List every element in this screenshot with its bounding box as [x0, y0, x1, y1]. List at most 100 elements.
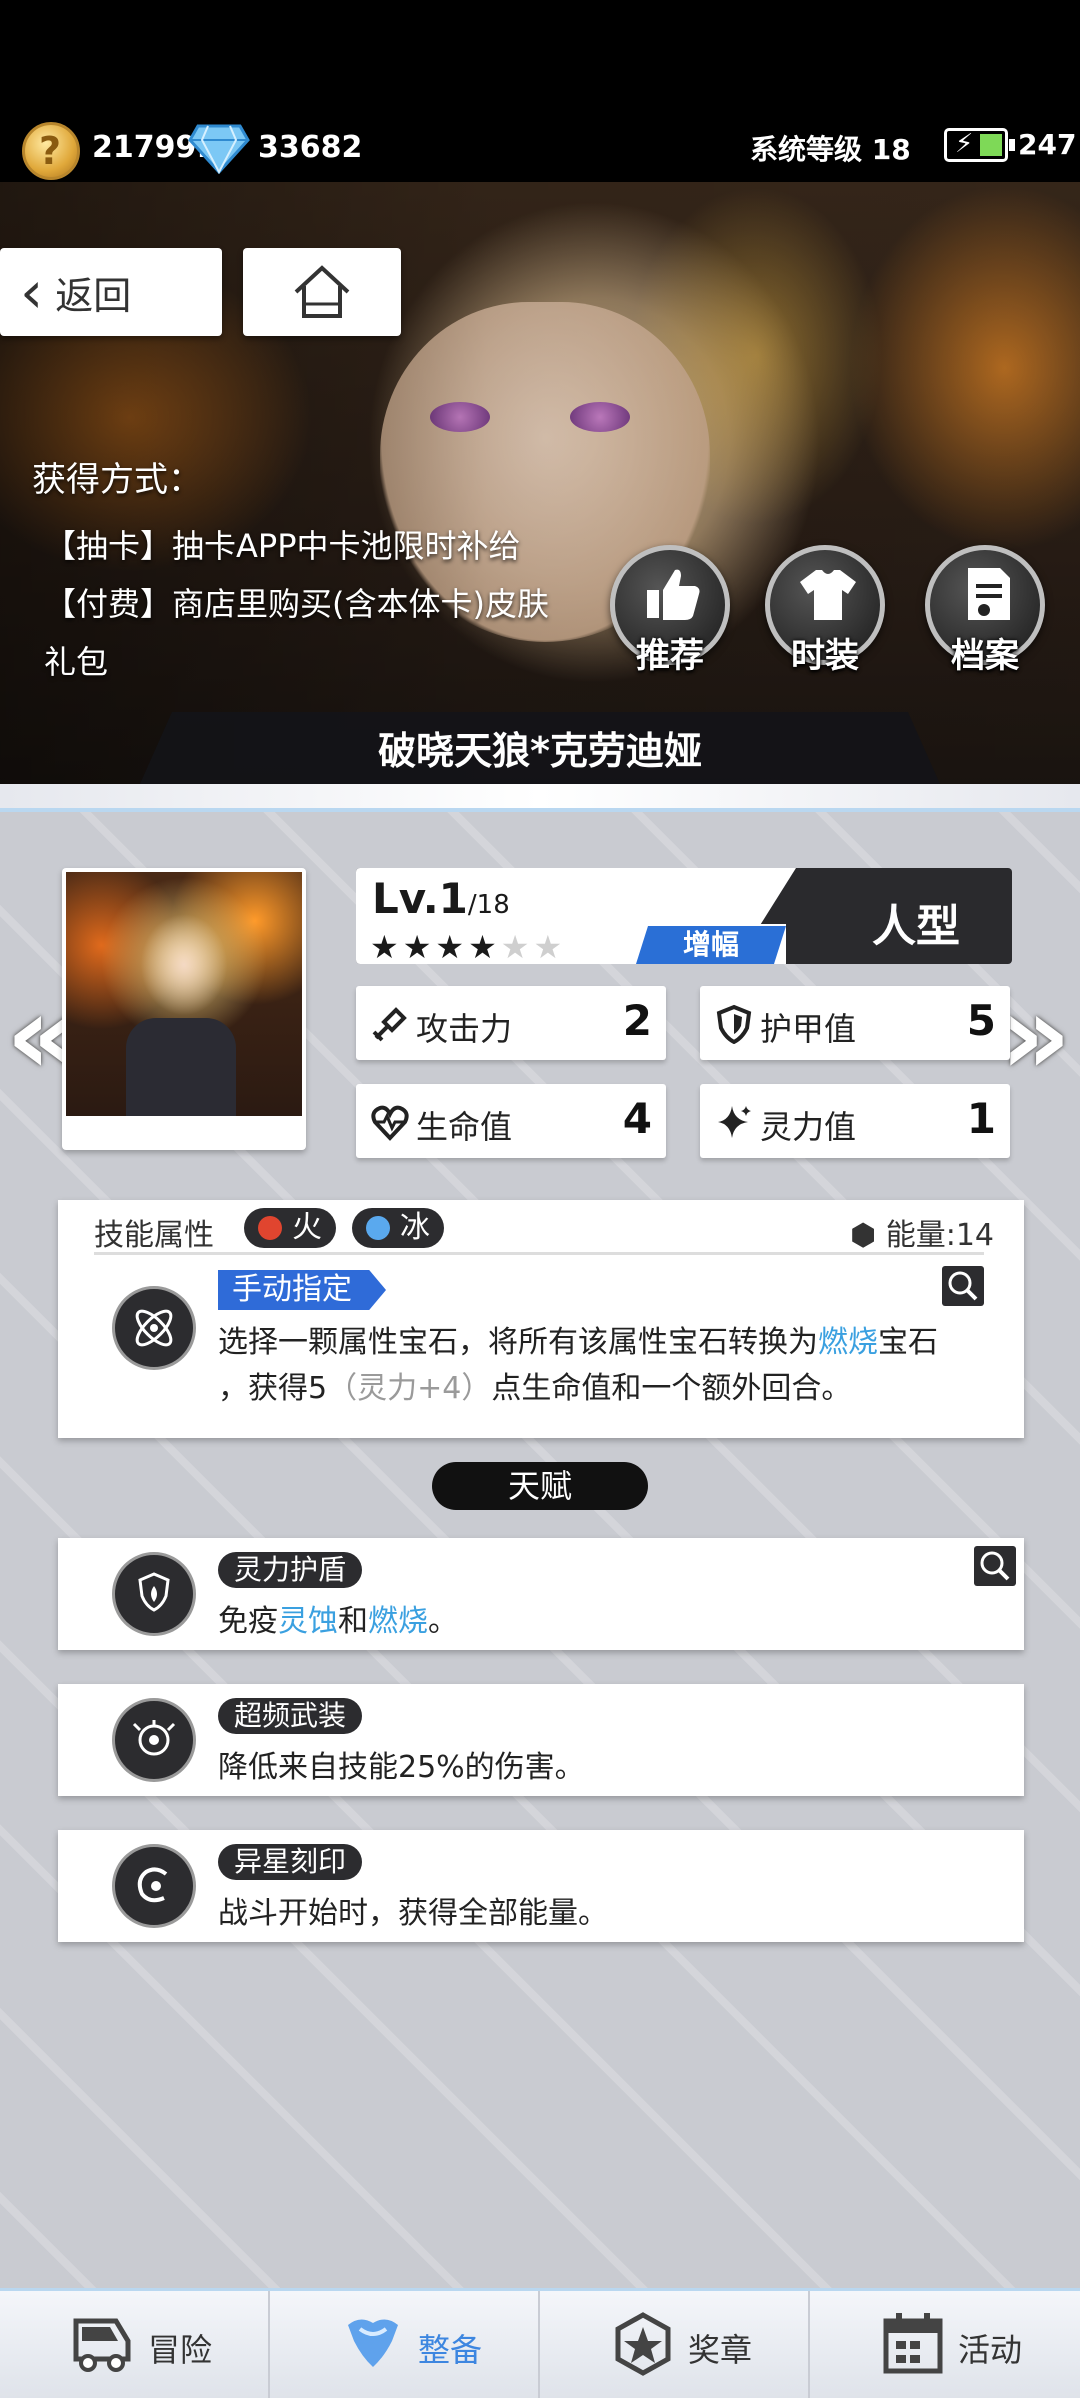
nav-label: 冒险 — [148, 2331, 213, 2369]
diamond-icon — [188, 124, 250, 174]
skill-energy: ⬢ 能量:14 — [850, 1210, 994, 1254]
desc-bonus: （灵力+4） — [327, 1371, 492, 1406]
element-label: 火 — [292, 1210, 322, 1245]
back-button[interactable]: ‹ 返回 — [0, 248, 222, 336]
truck-icon — [73, 2318, 131, 2372]
nav-adventure[interactable]: 冒险 — [0, 2291, 270, 2398]
armor-shield-icon — [716, 1004, 752, 1044]
energy-hex-icon: ⬢ — [849, 1218, 877, 1253]
stat-spirit: 灵力值 1 — [700, 1084, 1010, 1158]
skill-attr-label: 技能属性 — [94, 1218, 214, 1253]
home-icon — [294, 265, 350, 318]
stat-value: 4 — [622, 1094, 652, 1143]
obtain-line: 【付费】商店里购买(含本体卡)皮肤 — [44, 585, 549, 623]
lightning-icon: ⚡ — [955, 129, 974, 159]
level-value: Lv.1 — [372, 874, 468, 923]
nav-events[interactable]: 活动 — [810, 2291, 1080, 2398]
level-panel: Lv.1/18 ★★★★★★ 增幅 人型 — [356, 868, 1012, 964]
outfit-label: 时装 — [791, 636, 859, 676]
recommend-label: 推荐 — [636, 636, 704, 676]
stat-attack: 攻击力 2 — [356, 986, 666, 1060]
fire-icon — [258, 1216, 282, 1240]
desc-text: 和 — [338, 1604, 368, 1639]
stat-value: 5 — [966, 996, 996, 1045]
stat-value: 2 — [622, 996, 652, 1045]
skill-detail-button[interactable] — [942, 1266, 984, 1306]
element-tag-ice: 冰 — [352, 1208, 444, 1248]
amplify-badge[interactable]: 增幅 — [636, 926, 786, 964]
medal-icon — [615, 2312, 671, 2376]
gem-count: 33682 — [258, 130, 363, 165]
stat-name: 生命值 — [416, 1108, 513, 1146]
next-character-arrow[interactable]: » — [1000, 980, 1071, 1090]
equip-icon — [348, 2319, 398, 2367]
desc-text: 免疫 — [218, 1604, 278, 1639]
heart-icon — [371, 1105, 409, 1141]
keyword-erosion[interactable]: 灵蚀 — [278, 1604, 338, 1639]
nav-label: 奖章 — [688, 2331, 753, 2369]
nav-label: 活动 — [958, 2331, 1023, 2369]
character-name: 破晓天狼*克劳迪娅 — [378, 729, 702, 773]
talent-card: 灵力护盾 免疫灵蚀和燃烧。 — [58, 1538, 1024, 1650]
obtain-line: 【抽卡】抽卡APP中卡池限时补给 — [44, 527, 521, 565]
search-icon — [980, 1551, 1010, 1581]
home-button[interactable] — [243, 248, 401, 336]
element-tag-fire: 火 — [244, 1208, 336, 1248]
talent-detail-button[interactable] — [974, 1546, 1016, 1586]
talent-description: 免疫灵蚀和燃烧。 — [218, 1596, 458, 1640]
talent-description: 战斗开始时，获得全部能量。 — [218, 1896, 608, 1931]
character-type: 人型 — [872, 901, 960, 952]
stat-armor: 护甲值 5 — [700, 986, 1010, 1060]
desc-text: 。 — [428, 1604, 458, 1639]
stat-name: 灵力值 — [760, 1108, 857, 1146]
character-portrait-card — [62, 868, 306, 1150]
sparkle-icon — [718, 1106, 751, 1138]
portrait-outfit — [126, 1018, 236, 1116]
attack-icon — [372, 1007, 407, 1042]
star-empty-icon: ★ — [533, 928, 567, 964]
stat-hp: 生命值 4 — [356, 1084, 666, 1158]
calendar-icon — [883, 2313, 943, 2374]
obtain-line: 礼包 — [44, 643, 109, 681]
spirit-shield-icon — [138, 1572, 170, 1612]
atom-icon — [135, 1309, 173, 1347]
talent-name: 超频武装 — [218, 1698, 363, 1734]
ice-icon — [366, 1216, 390, 1240]
talent-title: 天赋 — [432, 1462, 648, 1510]
star-filled-icon: ★ — [468, 928, 501, 964]
search-icon — [948, 1271, 978, 1301]
keyword-burn[interactable]: 燃烧 — [818, 1325, 878, 1360]
obtain-method: 获得方式： 【抽卡】抽卡APP中卡池限时补给 【付费】商店里购买(含本体卡)皮肤… — [32, 452, 592, 691]
stat-name: 护甲值 — [760, 1010, 857, 1048]
desc-text: 点生命值和一个额外回合。 — [491, 1371, 852, 1406]
energy-battery-icon: ⚡ — [944, 128, 1015, 162]
star-mark-icon — [137, 1867, 168, 1903]
star-filled-icon: ★ — [402, 928, 436, 964]
system-level-value: 18 — [871, 133, 911, 166]
talent-name: 灵力护盾 — [218, 1552, 363, 1588]
energy-count: 247 — [1018, 128, 1077, 161]
nav-equip[interactable]: 整备 — [270, 2291, 540, 2398]
skill-description: 选择一颗属性宝石，将所有该属性宝石转换为燃烧宝石 ，获得5（灵力+4）点生命值和… — [218, 1320, 1008, 1412]
skill-panel: 技能属性 火 冰 ⬢ 能量:14 手动指定 选择一颗属性宝石，将所有该属性宝石转… — [58, 1200, 1024, 1438]
archive-icon — [968, 568, 1010, 620]
desc-text: 选择一颗属性宝石，将所有该属性宝石转换为 — [218, 1325, 818, 1360]
desc-text: ，获得5 — [218, 1371, 328, 1406]
keyword-burn[interactable]: 燃烧 — [368, 1604, 428, 1639]
desc-text: 宝石 — [878, 1325, 938, 1360]
coin-icon — [22, 122, 80, 180]
star-rating: ★★★★★★ — [370, 928, 566, 964]
skill-icon — [112, 1286, 196, 1370]
skill-energy-value: 能量:14 — [885, 1218, 994, 1253]
obtain-title: 获得方式： — [32, 460, 202, 500]
back-label: 返回 — [55, 273, 132, 318]
talent-name: 异星刻印 — [218, 1844, 363, 1880]
nav-medal[interactable]: 奖章 — [540, 2291, 810, 2398]
talent-card: 超频武装 降低来自技能25%的伤害。 — [58, 1684, 1024, 1796]
talent-description: 降低来自技能25%的伤害。 — [218, 1750, 585, 1785]
star-filled-icon: ★ — [435, 928, 469, 964]
talent-icon — [112, 1844, 196, 1928]
chevron-left-icon: ‹ — [20, 258, 44, 326]
divider — [94, 1252, 984, 1255]
stat-name: 攻击力 — [416, 1010, 513, 1048]
